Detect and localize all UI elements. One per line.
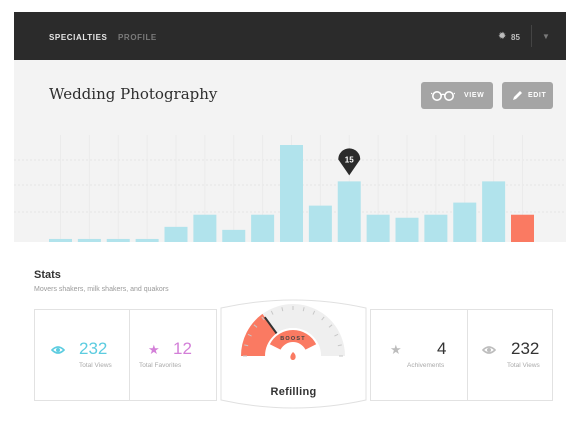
glasses-icon: [431, 91, 455, 101]
chart-bar: [308, 205, 332, 242]
chart-bar: [511, 214, 534, 242]
nav-profile[interactable]: PROFILE: [118, 33, 157, 42]
chart-bar: [77, 238, 101, 242]
sun-icon: ✹: [498, 31, 507, 42]
chart-bar: [337, 181, 361, 242]
divider: [129, 310, 130, 400]
chart-bar: [395, 217, 419, 242]
stat-value-achievements: 4: [437, 339, 447, 358]
gauge-boost-label: BOOST: [280, 336, 306, 342]
chart-bar: [164, 226, 188, 242]
chart-bar: [135, 238, 159, 242]
stat-value-total-favorites: 12: [173, 339, 192, 358]
star-icon: ★: [390, 342, 402, 357]
caret-down-icon[interactable]: ▼: [542, 32, 550, 41]
chart-bar: [424, 214, 448, 242]
chart-marker-label: 15: [345, 155, 354, 164]
pencil-icon: [513, 91, 522, 100]
edit-button-label: EDIT: [528, 92, 547, 99]
chart-bar: [366, 214, 390, 242]
top-nav: SPECIALTIES PROFILE ✹ 85 ▼: [14, 12, 566, 60]
app-frame: SPECIALTIES PROFILE ✹ 85 ▼ 15 Wedding Ph…: [14, 12, 566, 412]
stats-right-box: ★ 4 Achivements 232 Total Views: [370, 309, 553, 401]
stat-label-total-favorites: Total Favorites: [139, 362, 182, 369]
chart-bar: [193, 214, 217, 242]
divider: [531, 25, 532, 47]
view-button[interactable]: VIEW: [421, 82, 493, 109]
chart-bar: [482, 181, 506, 242]
eye-icon: [482, 346, 496, 354]
chart-bar: [251, 214, 275, 242]
edit-button[interactable]: EDIT: [502, 82, 553, 109]
nav-specialties[interactable]: SPECIALTIES: [49, 33, 107, 42]
star-icon: ★: [148, 342, 160, 357]
chart-bar: [453, 202, 477, 242]
stats-subtitle: Movers shakers, milk shakers, and quakor…: [34, 286, 169, 293]
stats-title: Stats: [34, 269, 61, 281]
header-panel: 15 Wedding Photography VIEW EDIT: [14, 60, 566, 242]
divider: [467, 310, 468, 400]
gauge-label: Refilling: [270, 386, 317, 398]
chart-bar: [49, 238, 72, 242]
page-title: Wedding Photography: [49, 85, 218, 103]
chart-bar: [106, 238, 130, 242]
stat-label-total-views: Total Views: [79, 362, 112, 369]
chart-bar: [222, 229, 246, 242]
stat-label-achievements: Achivements: [407, 362, 445, 369]
view-button-label: VIEW: [464, 92, 485, 99]
points-count: 85: [511, 33, 520, 42]
stats-left-box: 232 Total Views ★ 12 Total Favorites: [34, 309, 217, 401]
boost-gauge-card: BOOST Refilling: [215, 296, 372, 412]
eye-icon: [51, 346, 65, 354]
stat-value-total-views: 232: [79, 339, 108, 358]
stat-label-total-views-2: Total Views: [507, 362, 540, 369]
stat-value-total-views-2: 232: [511, 339, 540, 358]
chart-bar: [280, 145, 303, 242]
